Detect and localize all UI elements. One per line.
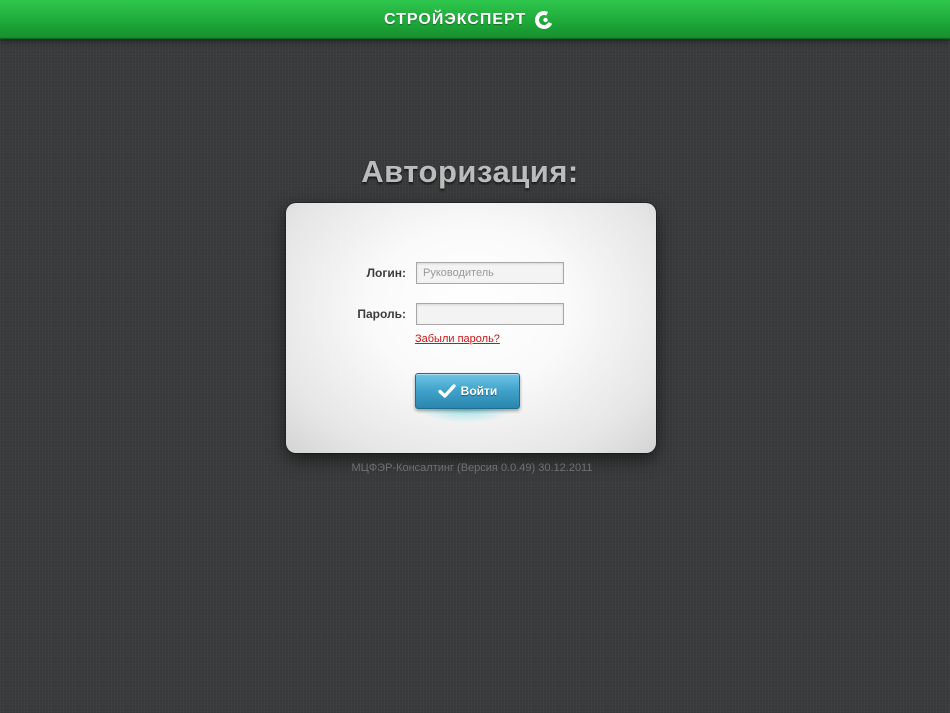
login-submit-button[interactable]: Войти (415, 373, 520, 409)
login-card: Логин: Пароль: Забыли пароль? Войти (286, 203, 656, 453)
brand: СТРОЙЭКСПЕРТ (384, 9, 554, 31)
login-input[interactable] (416, 262, 564, 284)
page-title: Авторизация: (361, 154, 579, 189)
top-header-bar: СТРОЙЭКСПЕРТ (0, 0, 950, 39)
login-label: Логин: (366, 266, 406, 280)
checkmark-icon (437, 384, 456, 398)
password-input[interactable] (416, 303, 564, 325)
password-label: Пароль: (357, 307, 406, 321)
brand-name: СТРОЙЭКСПЕРТ (384, 11, 527, 28)
brand-c-icon (535, 11, 554, 29)
login-submit-label: Войти (460, 384, 498, 398)
version-footer: МЦФЭР-Консалтинг (Версия 0.0.49) 30.12.2… (351, 462, 593, 474)
forgot-password-link[interactable]: Забыли пароль? (415, 333, 500, 345)
